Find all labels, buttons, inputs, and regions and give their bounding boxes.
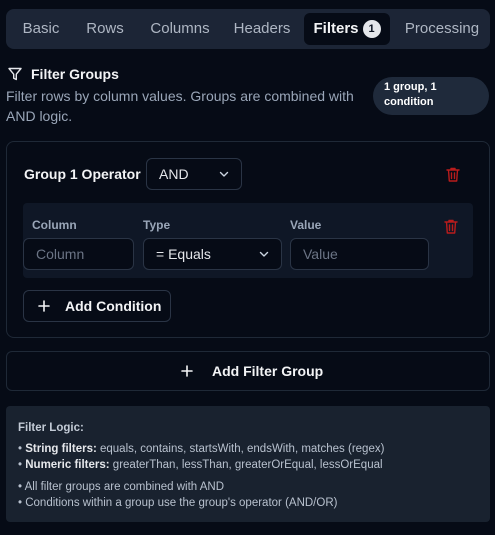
condition-row: Column Type Value Column = Equals Value xyxy=(23,203,473,278)
tab-basic[interactable]: Basic xyxy=(12,13,70,45)
filter-icon xyxy=(8,67,22,81)
filter-groups-title: Filter Groups xyxy=(31,66,119,82)
value-header-label: Value xyxy=(290,218,322,232)
tab-processing[interactable]: Processing xyxy=(398,13,486,45)
string-filters-label: String filters: xyxy=(25,443,97,455)
group-operator-value: AND xyxy=(159,166,189,182)
add-filter-group-label: Add Filter Group xyxy=(212,363,324,379)
type-select[interactable]: = Equals xyxy=(143,238,282,270)
logic-note-groups: • All filter groups are combined with AN… xyxy=(18,481,225,493)
logic-note-groups-text: All filter groups are combined with AND xyxy=(24,481,225,493)
delete-group-trash-icon[interactable] xyxy=(445,166,461,183)
tab-filters-count-badge: 1 xyxy=(362,20,381,38)
group-operator-label: Group 1 Operator xyxy=(24,166,141,182)
add-condition-label: Add Condition xyxy=(65,298,162,314)
filter-groups-description: Filter rows by column values. Groups are… xyxy=(6,88,354,124)
add-condition-button[interactable]: Add Condition xyxy=(23,290,171,322)
filter-logic-panel: Filter Logic: • String filters: equals, … xyxy=(6,406,490,522)
logic-note-conditions-text: Conditions within a group use the group'… xyxy=(25,497,338,509)
tab-headers[interactable]: Headers xyxy=(226,13,298,45)
plus-icon xyxy=(38,300,50,312)
numeric-filters-line: • Numeric filters: greaterThan, lessThan… xyxy=(18,459,383,471)
string-filters-line: • String filters: equals, contains, star… xyxy=(18,443,385,455)
tab-bar: Basic Rows Columns Headers Filters 1 Proc… xyxy=(6,9,490,49)
add-filter-group-button[interactable]: Add Filter Group xyxy=(6,351,490,391)
filter-logic-title: Filter Logic: xyxy=(18,422,84,434)
filter-group-card: Group 1 Operator AND Column Type Value C… xyxy=(6,141,490,338)
value-input[interactable]: Value xyxy=(290,238,429,270)
group-operator-select[interactable]: AND xyxy=(146,158,242,190)
numeric-filters-text: greaterThan, lessThan, greaterOrEqual, l… xyxy=(112,459,383,471)
logic-note-conditions: • Conditions within a group use the grou… xyxy=(18,497,338,509)
type-header-label: Type xyxy=(143,218,171,232)
chevron-down-icon xyxy=(259,251,269,257)
string-filters-text: equals, contains, startsWith, endsWith, … xyxy=(100,443,385,455)
tab-filters-label: Filters xyxy=(313,20,359,37)
filter-groups-header: Filter Groups xyxy=(8,65,119,83)
plus-icon xyxy=(181,365,193,377)
tab-filters[interactable]: Filters 1 xyxy=(304,13,390,45)
delete-condition-trash-icon[interactable] xyxy=(443,218,459,235)
column-header-label: Column xyxy=(32,218,77,232)
column-input[interactable]: Column xyxy=(23,238,134,270)
numeric-filters-label: Numeric filters: xyxy=(25,459,110,471)
chevron-down-icon xyxy=(219,171,229,177)
group-count-badge: 1 group, 1 condition xyxy=(373,77,489,115)
tab-columns[interactable]: Columns xyxy=(140,13,220,45)
tab-rows[interactable]: Rows xyxy=(78,13,132,45)
type-select-value: = Equals xyxy=(156,246,211,262)
